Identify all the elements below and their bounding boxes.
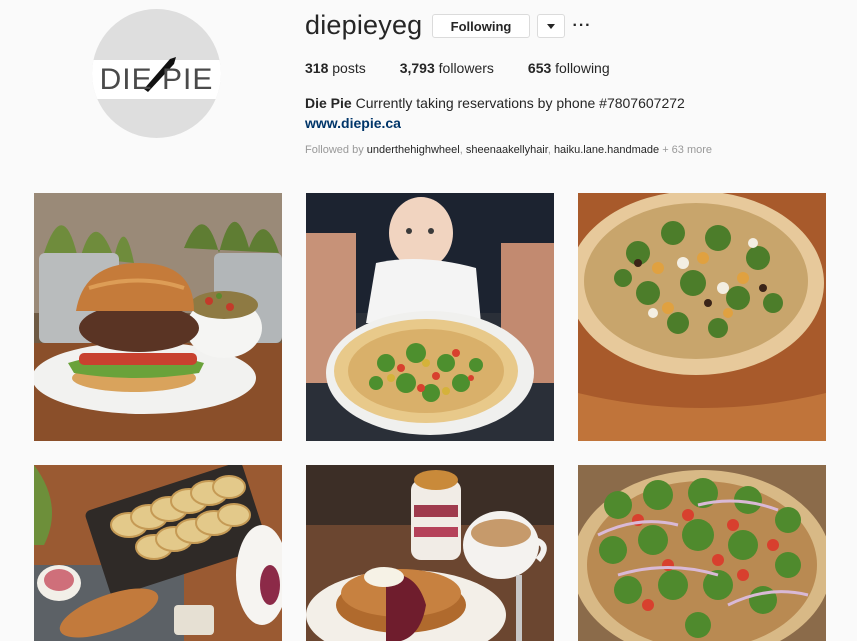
post-thumbnail[interactable] [306, 465, 554, 641]
post-thumbnail[interactable] [34, 193, 282, 441]
posts-label: posts [332, 60, 366, 76]
website-link[interactable]: www.diepie.ca [305, 115, 401, 131]
profile-username: diepieyeg [305, 10, 423, 40]
caret-down-icon [547, 23, 555, 29]
profile-avatar[interactable]: DIE PIE [92, 9, 221, 138]
avatar-logo-text: DIE PIE [99, 63, 214, 96]
profile-bio: Die Pie Currently taking reservations by… [305, 95, 685, 111]
bio-text: Currently taking reservations by phone #… [355, 95, 685, 111]
followed-by-more[interactable]: + 63 more [662, 144, 712, 156]
following-label: following [555, 60, 610, 76]
bio-name: Die Pie [305, 95, 352, 111]
following-button[interactable]: Following [432, 14, 530, 38]
follow-options-dropdown-button[interactable] [537, 14, 565, 38]
following-stat[interactable]: 653 following [528, 60, 610, 76]
followers-label: followers [438, 60, 494, 76]
followed-by-user[interactable]: haiku.lane.handmade [554, 144, 659, 156]
followed-by-user[interactable]: underthehighwheel [367, 144, 460, 156]
followed-by-prefix: Followed by [305, 144, 364, 156]
followed-by-user[interactable]: sheenaakellyhair [466, 144, 548, 156]
posts-stat: 318 posts [305, 60, 366, 76]
post-thumbnail[interactable] [306, 193, 554, 441]
profile-stats: 318 posts 3,793 followers 653 following [305, 60, 644, 76]
followed-by: Followed by underthehighwheel, sheenaake… [305, 144, 713, 156]
post-thumbnail[interactable] [34, 465, 282, 641]
post-thumbnail[interactable] [578, 193, 826, 441]
more-options-button[interactable]: ··· [572, 15, 592, 37]
followers-stat[interactable]: 3,793 followers [400, 60, 494, 76]
posts-count: 318 [305, 60, 329, 76]
post-thumbnail[interactable] [578, 465, 826, 641]
following-count: 653 [527, 60, 552, 76]
followers-count: 3,793 [399, 60, 435, 76]
